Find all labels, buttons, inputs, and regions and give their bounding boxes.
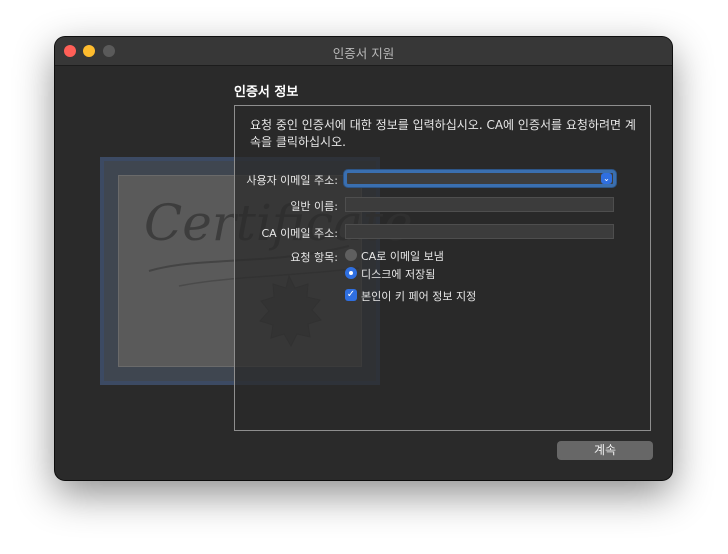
save-disk-label[interactable]: 디스크에 저장됨 — [361, 266, 435, 282]
user-email-field[interactable]: ⌄ — [344, 170, 616, 187]
key-pair-checkbox[interactable]: ✓ — [345, 289, 357, 301]
ca-email-field[interactable] — [345, 224, 614, 239]
instructions-text: 요청 중인 인증서에 대한 정보를 입력하십시오. CA에 인증서를 요청하려면… — [250, 118, 636, 149]
save-disk-radio[interactable] — [345, 267, 357, 279]
request-label: 요청 항목: — [290, 251, 338, 264]
ca-email-label: CA 이메일 주소: — [261, 227, 338, 240]
common-name-label: 일반 이름: — [290, 200, 338, 213]
title-bar: 인증서 지원 — [55, 37, 672, 66]
key-pair-label[interactable]: 본인이 키 페어 정보 지정 — [361, 288, 476, 304]
continue-button[interactable]: 계속 — [557, 441, 653, 460]
email-ca-radio[interactable] — [345, 249, 357, 261]
certificate-assistant-window: 인증서 지원 Certificate 인증서 정보 요청 중인 인증서에 대한 … — [55, 37, 672, 480]
certificate-info-panel: 요청 중인 인증서에 대한 정보를 입력하십시오. CA에 인증서를 요청하려면… — [234, 105, 651, 431]
user-email-label: 사용자 이메일 주소: — [246, 174, 338, 187]
window-title: 인증서 지원 — [332, 46, 395, 61]
checkmark-icon: ✓ — [346, 289, 356, 300]
section-title: 인증서 정보 — [234, 85, 299, 100]
email-ca-label[interactable]: CA로 이메일 보냄 — [361, 248, 444, 264]
chevron-down-icon[interactable]: ⌄ — [601, 173, 612, 184]
common-name-field[interactable] — [345, 197, 614, 212]
